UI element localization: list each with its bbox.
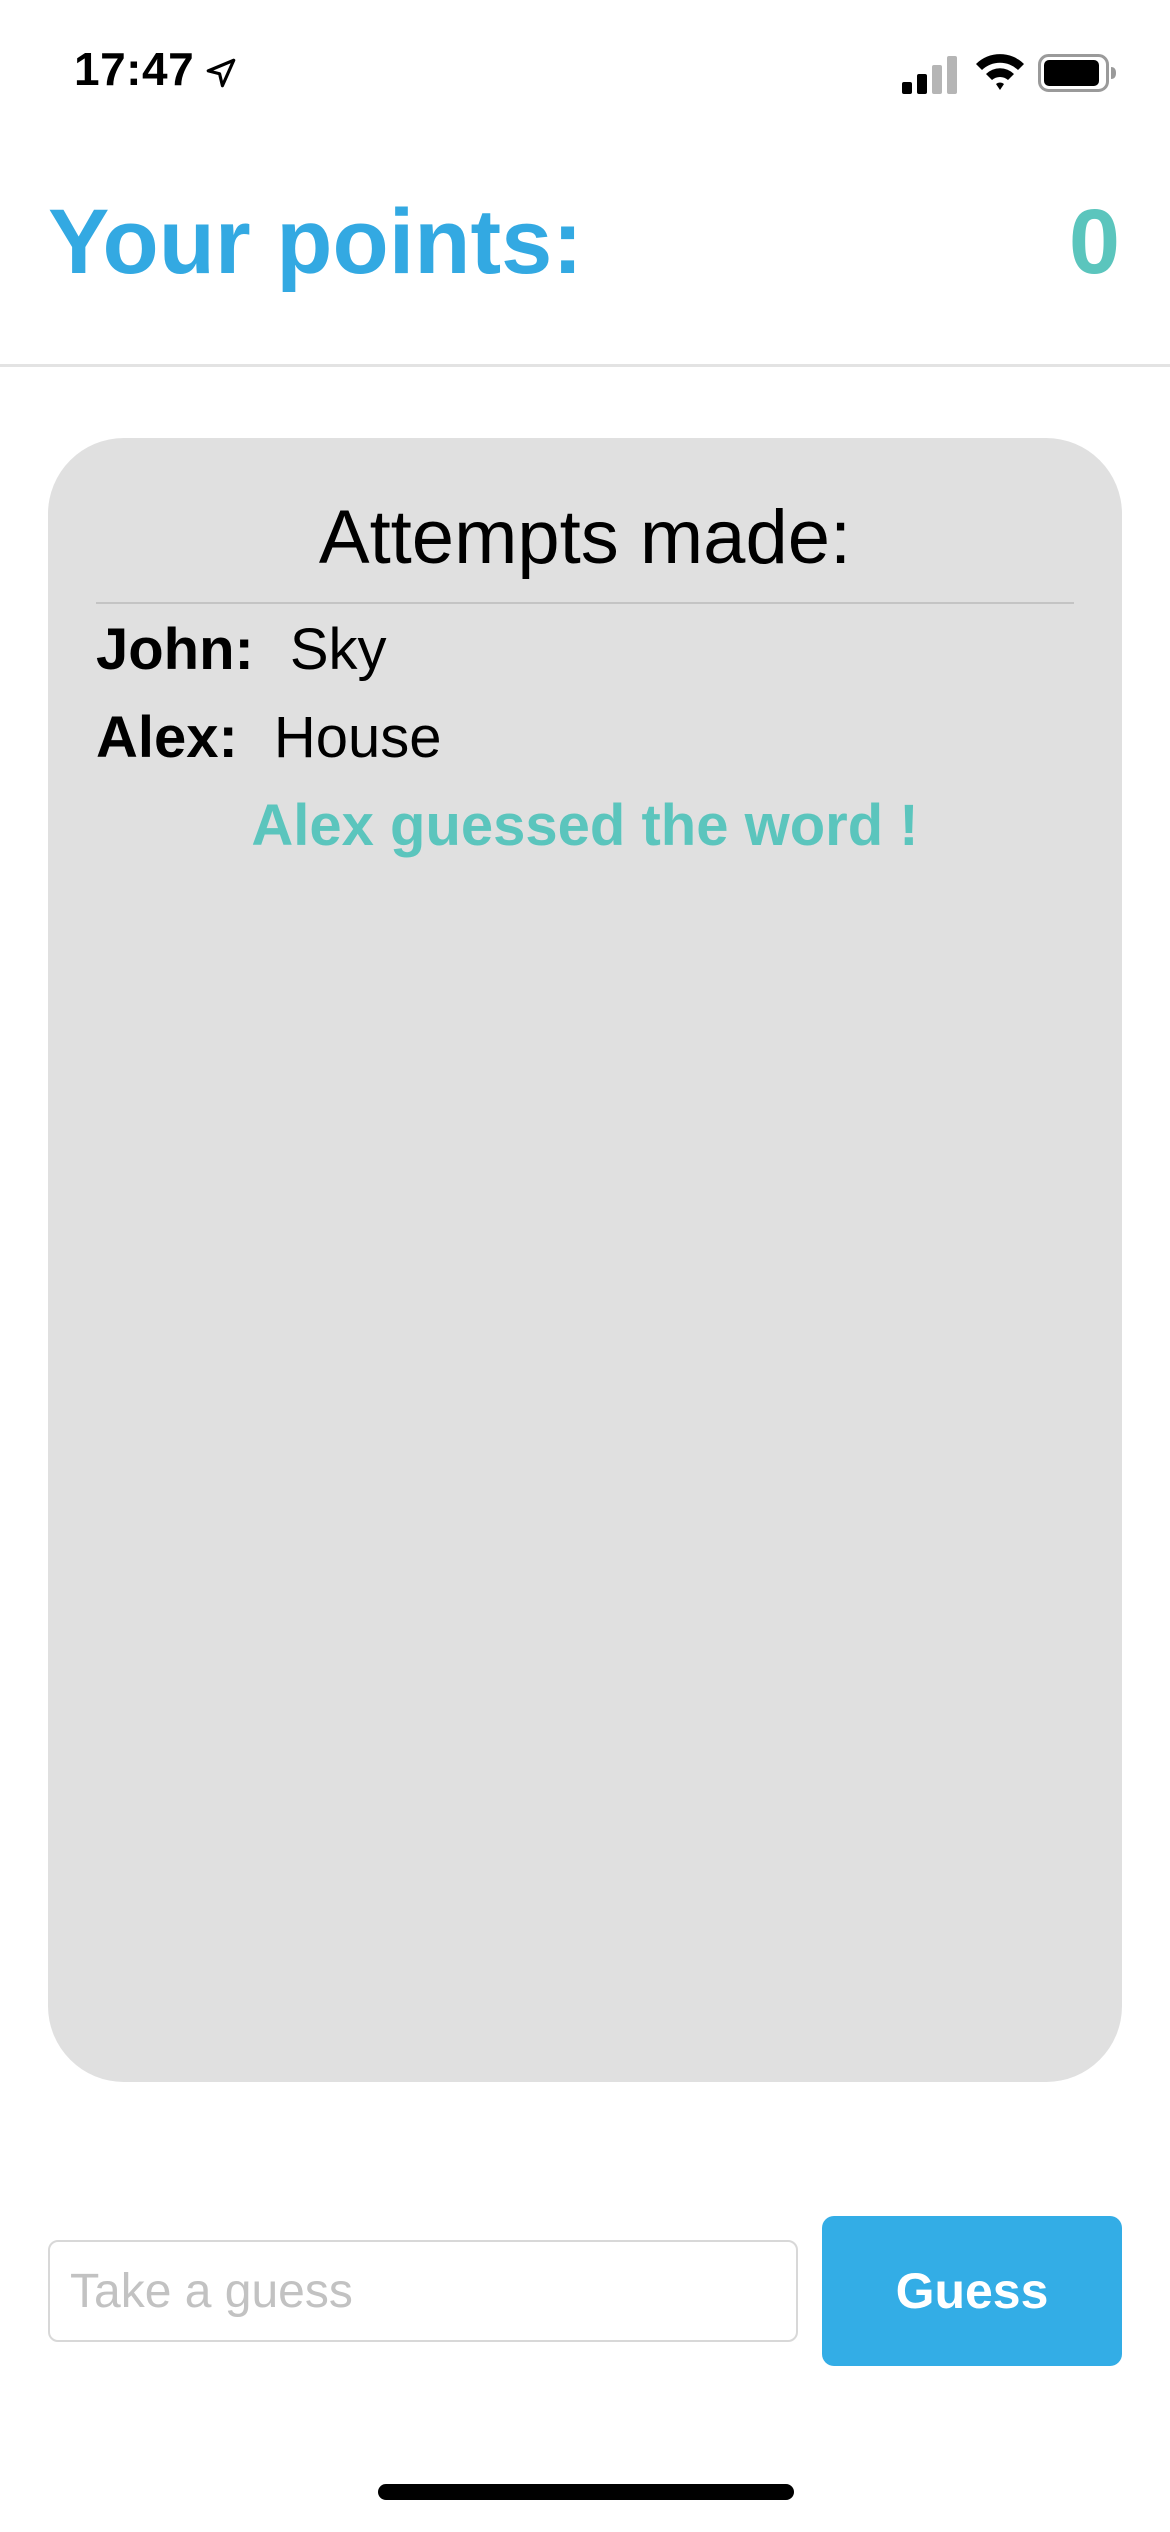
attempt-word: House — [273, 705, 442, 770]
points-value: 0 — [1068, 191, 1120, 293]
header-divider — [0, 364, 1170, 367]
attempts-divider — [96, 602, 1074, 604]
battery-icon — [1038, 54, 1116, 92]
attempt-row: John: Sky — [96, 616, 387, 683]
attempt-player-name: John: — [96, 617, 254, 682]
points-header: Your points: 0 — [0, 170, 1170, 366]
guess-input[interactable] — [48, 2240, 798, 2342]
status-bar: 17:47 — [0, 0, 1170, 140]
guess-button[interactable]: Guess — [822, 2216, 1122, 2366]
game-screen: 17:47 Your points: 0 Attempts made: John… — [0, 0, 1170, 2532]
location-arrow-icon — [206, 58, 236, 88]
attempt-word: Sky — [289, 617, 387, 682]
home-indicator[interactable] — [378, 2484, 794, 2500]
wifi-icon — [976, 54, 1024, 90]
attempts-card: Attempts made: John: Sky Alex: House Alex … — [48, 438, 1122, 2082]
points-label: Your points: — [48, 191, 583, 293]
status-time: 17:47 — [74, 43, 195, 95]
cellular-signal-icon — [902, 56, 957, 94]
attempt-player-name: Alex: — [96, 705, 238, 770]
attempt-row: Alex: House — [96, 704, 441, 771]
attempts-title: Attempts made: — [318, 495, 852, 580]
result-message: Alex guessed the word ! — [251, 793, 919, 858]
